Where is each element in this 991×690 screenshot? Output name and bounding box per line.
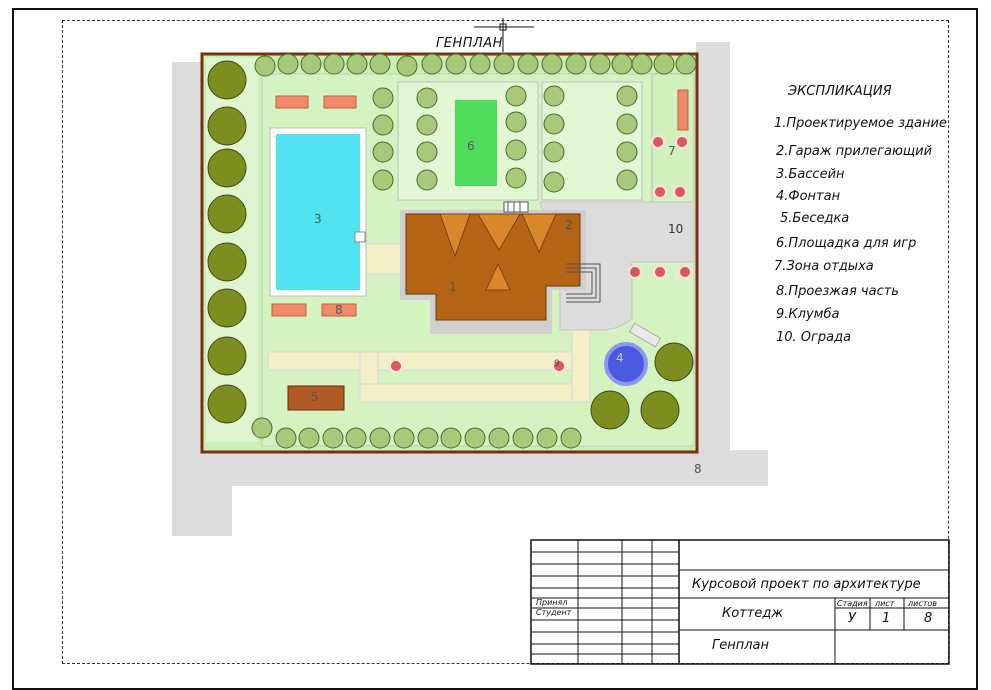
label-road-b: 8 — [694, 462, 702, 476]
label-pool: 3 — [314, 212, 322, 226]
legend-item: 6.Площадка для игр — [776, 236, 917, 251]
legend-item: 4.Фонтан — [776, 189, 841, 204]
label-gazebo: 5 — [311, 390, 319, 404]
fountain — [604, 342, 648, 386]
stamp-sheet-header: лист — [875, 599, 895, 608]
stamp-student-label: Студент — [536, 608, 572, 617]
pool-step — [354, 231, 366, 243]
label-building: 1 — [449, 280, 457, 294]
stamp-stage-value: У — [848, 611, 856, 626]
label-fountain: 4 — [616, 351, 624, 365]
legend-item: 2.Гараж прилегающий — [776, 144, 933, 159]
legend-item: 8.Проезжая часть — [776, 284, 899, 299]
legend-item: 9.Клумба — [776, 307, 840, 322]
plan-title: ГЕНПЛАН — [436, 36, 503, 51]
legend-item: 7.Зона отдыха — [774, 259, 874, 274]
stamp-sheet-value: 1 — [882, 611, 891, 626]
stamp-object: Коттедж — [722, 606, 784, 621]
label-rest-zone: 7 — [668, 144, 676, 158]
label-garage: 2 — [565, 218, 573, 232]
label-road-a: 8 — [335, 303, 343, 317]
playground — [455, 100, 497, 186]
label-flowerbed: 9 — [554, 359, 560, 369]
stamp-checked-label: Принял — [536, 598, 568, 607]
stamp-sheets-header: листов — [908, 599, 937, 608]
stamp-sheet-name: Генплан — [712, 638, 770, 653]
legend-item: 1.Проектируемое здание — [774, 116, 947, 131]
legend-item: 3.Бассейн — [776, 167, 845, 182]
stamp-course: Курсовой проект по архитектуре — [692, 577, 921, 592]
legend-item: 10. Ограда — [776, 330, 852, 345]
legend-item: 5.Беседка — [780, 211, 850, 226]
stamp-sheets-value: 8 — [924, 611, 933, 626]
label-playground: 6 — [467, 139, 475, 153]
label-fence: 10 — [668, 222, 684, 236]
stamp-stage-header: Стадия — [837, 599, 868, 608]
legend-title: ЭКСПЛИКАЦИЯ — [788, 84, 892, 99]
